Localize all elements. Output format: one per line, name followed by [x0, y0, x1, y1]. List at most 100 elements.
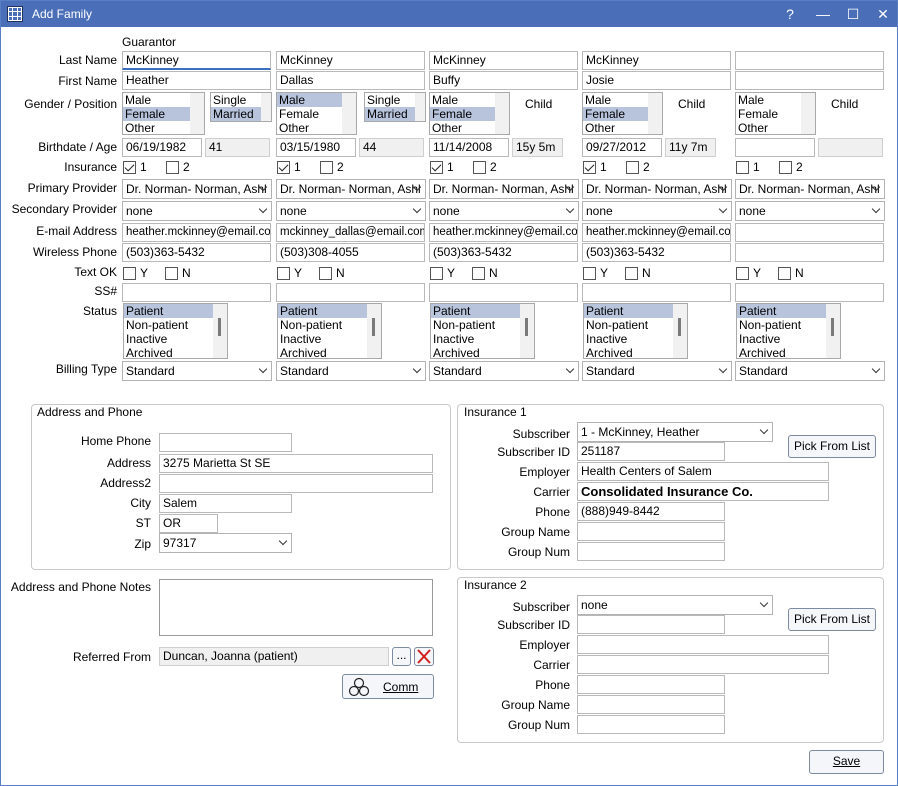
text-ok-no-checkbox[interactable]	[165, 267, 178, 280]
wireless-phone-field[interactable]: (503)363-5432	[122, 243, 271, 262]
wireless-phone-field[interactable]: (503)363-5432	[582, 243, 731, 262]
last-name-field[interactable]	[735, 51, 884, 70]
state-field[interactable]: OR	[159, 514, 218, 533]
status-listbox[interactable]: Patient Non-patient Inactive Archived	[123, 303, 228, 359]
group-num-field[interactable]	[577, 715, 725, 734]
status-option[interactable]: Non-patient	[737, 318, 840, 332]
referred-browse-button[interactable]: ...	[392, 647, 411, 666]
scrollbar-thumb[interactable]	[372, 318, 375, 336]
listbox-scrollbar[interactable]	[213, 304, 227, 358]
insurance-2-checkbox[interactable]	[473, 161, 486, 174]
insurance-1-checkbox[interactable]	[583, 161, 596, 174]
listbox-scrollbar[interactable]	[801, 93, 815, 134]
insurance-2-checkbox[interactable]	[320, 161, 333, 174]
first-name-field[interactable]: Josie	[582, 71, 731, 90]
first-name-field[interactable]: Dallas	[276, 71, 425, 90]
group-name-field[interactable]	[577, 695, 725, 714]
position-listbox[interactable]: Single Married	[364, 92, 426, 122]
last-name-field[interactable]: McKinney	[122, 51, 271, 70]
help-button[interactable]: ?	[779, 4, 801, 24]
insurance-2-checkbox[interactable]	[779, 161, 792, 174]
last-name-field[interactable]: McKinney	[429, 51, 578, 70]
listbox-scrollbar[interactable]	[342, 93, 356, 134]
status-option[interactable]: Archived	[124, 346, 227, 358]
status-listbox[interactable]: Patient Non-patient Inactive Archived	[583, 303, 688, 359]
city-field[interactable]: Salem	[159, 494, 292, 513]
scrollbar-thumb[interactable]	[525, 318, 528, 336]
status-option[interactable]: Patient	[124, 304, 227, 318]
status-option[interactable]: Non-patient	[431, 318, 534, 332]
first-name-field[interactable]: Buffy	[429, 71, 578, 90]
maximize-button[interactable]: ☐	[842, 4, 864, 24]
employer-field[interactable]: Health Centers of Salem	[577, 462, 829, 481]
home-phone-field[interactable]	[159, 433, 292, 452]
status-listbox[interactable]: Patient Non-patient Inactive Archived	[430, 303, 535, 359]
wireless-phone-field[interactable]: (503)363-5432	[429, 243, 578, 262]
listbox-scrollbar[interactable]	[495, 93, 509, 134]
billing-type-dropdown[interactable]: Standard	[122, 361, 272, 381]
secondary-provider-dropdown[interactable]: none	[276, 201, 426, 221]
text-ok-no-checkbox[interactable]	[319, 267, 332, 280]
status-option[interactable]: Inactive	[431, 332, 534, 346]
address2-field[interactable]	[159, 474, 433, 493]
address-notes-field[interactable]	[159, 579, 433, 636]
employer-field[interactable]	[577, 635, 829, 654]
text-ok-yes-checkbox[interactable]	[430, 267, 443, 280]
status-option[interactable]: Inactive	[737, 332, 840, 346]
referred-delete-button[interactable]	[414, 647, 434, 666]
email-field[interactable]: heather.mckinney@email.com	[122, 223, 271, 242]
ssn-field[interactable]	[122, 283, 271, 302]
secondary-provider-dropdown[interactable]: none	[735, 201, 885, 221]
email-field[interactable]: heather.mckinney@email.com	[429, 223, 578, 242]
primary-provider-dropdown[interactable]: Dr. Norman- Norman, Ashl	[429, 179, 579, 199]
birthdate-field[interactable]: 06/19/1982	[122, 138, 202, 157]
group-name-field[interactable]	[577, 522, 725, 541]
listbox-scrollbar[interactable]	[415, 93, 425, 121]
text-ok-no-checkbox[interactable]	[625, 267, 638, 280]
text-ok-no-checkbox[interactable]	[778, 267, 791, 280]
group-num-field[interactable]	[577, 542, 725, 561]
insurance-1-checkbox[interactable]	[277, 161, 290, 174]
insurance-1-checkbox[interactable]	[736, 161, 749, 174]
birthdate-field[interactable]: 03/15/1980	[276, 138, 356, 157]
text-ok-yes-checkbox[interactable]	[277, 267, 290, 280]
status-option[interactable]: Archived	[431, 346, 534, 358]
status-listbox[interactable]: Patient Non-patient Inactive Archived	[277, 303, 382, 359]
close-button[interactable]: ✕	[872, 4, 894, 24]
email-field[interactable]	[735, 223, 884, 242]
listbox-scrollbar[interactable]	[367, 304, 381, 358]
status-option[interactable]: Patient	[431, 304, 534, 318]
insurance-1-checkbox[interactable]	[123, 161, 136, 174]
minimize-button[interactable]: —	[812, 4, 834, 24]
pick-from-list-button[interactable]: Pick From List	[788, 608, 876, 631]
first-name-field[interactable]: Heather	[122, 71, 271, 90]
position-listbox[interactable]: Single Married	[210, 92, 272, 122]
secondary-provider-dropdown[interactable]: none	[429, 201, 579, 221]
secondary-provider-dropdown[interactable]: none	[122, 201, 272, 221]
last-name-field[interactable]: McKinney	[276, 51, 425, 70]
save-button[interactable]: Save	[809, 750, 884, 774]
status-listbox[interactable]: Patient Non-patient Inactive Archived	[736, 303, 841, 359]
subscriber-dropdown[interactable]: 1 - McKinney, Heather	[577, 422, 773, 442]
listbox-scrollbar[interactable]	[648, 93, 662, 134]
address-field[interactable]: 3275 Marietta St SE	[159, 454, 433, 473]
listbox-scrollbar[interactable]	[261, 93, 271, 121]
billing-type-dropdown[interactable]: Standard	[429, 361, 579, 381]
birthdate-field[interactable]	[735, 138, 815, 157]
email-field[interactable]: heather.mckinney@email.com	[582, 223, 731, 242]
listbox-scrollbar[interactable]	[673, 304, 687, 358]
birthdate-field[interactable]: 09/27/2012	[582, 138, 662, 157]
status-option[interactable]: Patient	[584, 304, 687, 318]
gender-listbox[interactable]: Male Female Other	[735, 92, 816, 135]
status-option[interactable]: Inactive	[584, 332, 687, 346]
scrollbar-thumb[interactable]	[831, 318, 834, 336]
zip-dropdown[interactable]: 97317	[159, 533, 292, 553]
primary-provider-dropdown[interactable]: Dr. Norman- Norman, Ashl	[276, 179, 426, 199]
insurance-1-checkbox[interactable]	[430, 161, 443, 174]
gender-listbox[interactable]: Male Female Other	[582, 92, 663, 135]
gender-listbox[interactable]: Male Female Other	[122, 92, 205, 135]
last-name-field[interactable]: McKinney	[582, 51, 731, 70]
comm-button[interactable]: Comm	[342, 674, 434, 699]
status-option[interactable]: Non-patient	[124, 318, 227, 332]
first-name-field[interactable]	[735, 71, 884, 90]
